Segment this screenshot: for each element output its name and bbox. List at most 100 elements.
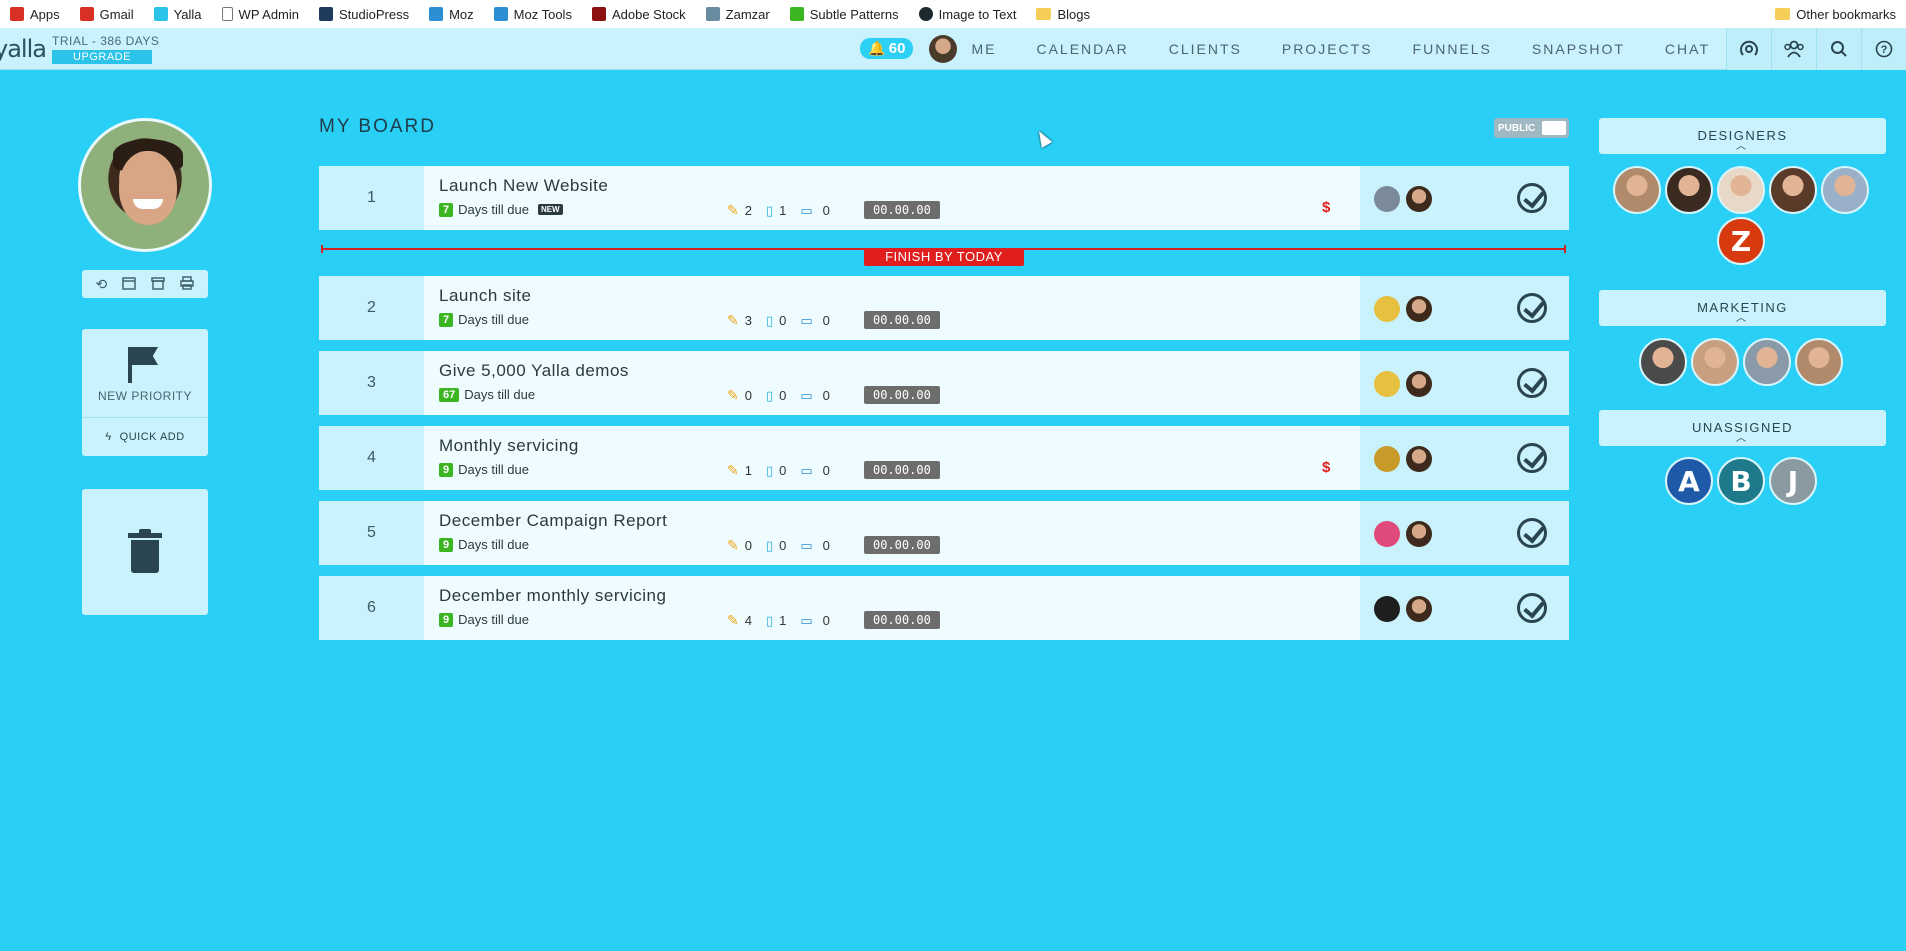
priority-row[interactable]: 1 Launch New Website 7 Days till due NEW ✎ 2 ▯ 1…	[319, 166, 1569, 230]
priority-title[interactable]: December Campaign Report	[439, 511, 667, 531]
complete-check-icon[interactable]	[1517, 368, 1547, 398]
group-designers[interactable]: DESIGNERS ︿	[1599, 118, 1886, 154]
client-avatar[interactable]	[1374, 371, 1400, 397]
priority-body[interactable]: Monthly servicing 9 Days till due ✎ 1 ▯ 0 ▭ 0 00.…	[424, 426, 1360, 490]
priority-title[interactable]: Give 5,000 Yalla demos	[439, 361, 629, 381]
team-member-avatar[interactable]	[1691, 338, 1739, 386]
bookmark-item[interactable]: Moz	[419, 0, 484, 28]
priority-body[interactable]: December monthly servicing 9 Days till due…	[424, 576, 1360, 640]
other-bookmarks[interactable]: Other bookmarks	[1765, 0, 1906, 28]
trash-dropzone[interactable]	[82, 489, 208, 615]
nav-clients[interactable]: CLIENTS	[1149, 41, 1262, 57]
assignee-avatar[interactable]	[1406, 446, 1432, 472]
profile-photo[interactable]	[78, 118, 212, 252]
letter-avatar[interactable]: A	[1665, 457, 1713, 505]
calendar-icon[interactable]	[122, 276, 137, 293]
client-avatar[interactable]	[1374, 296, 1400, 322]
pin-icon[interactable]: ✎	[727, 612, 739, 629]
pin-icon[interactable]: ✎	[727, 462, 739, 479]
bookmark-item[interactable]: WP Admin	[212, 0, 309, 28]
time-tracker[interactable]: 00.00.00	[864, 461, 940, 479]
complete-check-icon[interactable]	[1517, 593, 1547, 623]
nav-snapshot[interactable]: SNAPSHOT	[1512, 41, 1645, 57]
file-icon[interactable]: ▯	[766, 313, 773, 329]
priority-title[interactable]: December monthly servicing	[439, 586, 666, 606]
team-member-avatar[interactable]	[1743, 338, 1791, 386]
time-tracker[interactable]: 00.00.00	[864, 386, 940, 404]
priority-body[interactable]: Launch New Website 7 Days till due NEW ✎ 2 ▯ 1 ▭…	[424, 166, 1360, 230]
archive-icon[interactable]	[151, 276, 166, 293]
priority-title[interactable]: Launch New Website	[439, 176, 608, 196]
team-member-avatar[interactable]	[1639, 338, 1687, 386]
bookmark-item[interactable]: Yalla	[144, 0, 212, 28]
file-icon[interactable]: ▯	[766, 613, 773, 629]
client-avatar[interactable]	[1374, 186, 1400, 212]
priority-row[interactable]: 5 December Campaign Report 9 Days till due ✎…	[319, 501, 1569, 565]
bookmark-item[interactable]: Moz Tools	[484, 0, 582, 28]
billing-alert-icon[interactable]: $	[1322, 459, 1342, 479]
time-tracker[interactable]: 00.00.00	[864, 536, 940, 554]
team-member-avatar[interactable]	[1821, 166, 1869, 214]
time-tracker[interactable]: 00.00.00	[864, 611, 940, 629]
comment-icon[interactable]: ▭	[800, 613, 812, 629]
team-member-avatar[interactable]	[1769, 166, 1817, 214]
upgrade-button[interactable]: UPGRADE	[52, 49, 152, 64]
nav-chat[interactable]: CHAT	[1645, 41, 1726, 57]
priority-title[interactable]: Monthly servicing	[439, 436, 579, 456]
priority-body[interactable]: December Campaign Report 9 Days till due ✎ 0…	[424, 501, 1360, 565]
comment-icon[interactable]: ▭	[800, 463, 812, 479]
assignee-avatar[interactable]	[1406, 371, 1432, 397]
broadcast-icon[interactable]	[1726, 27, 1771, 70]
pin-icon[interactable]: ✎	[727, 537, 739, 554]
assignee-avatar[interactable]	[1406, 521, 1432, 547]
file-icon[interactable]: ▯	[766, 388, 773, 404]
group-unassigned[interactable]: UNASSIGNED ︿	[1599, 410, 1886, 446]
complete-check-icon[interactable]	[1517, 518, 1547, 548]
pin-icon[interactable]: ✎	[727, 387, 739, 404]
comment-icon[interactable]: ▭	[800, 388, 812, 404]
comment-icon[interactable]: ▭	[800, 313, 812, 329]
complete-check-icon[interactable]	[1517, 183, 1547, 213]
pin-icon[interactable]: ✎	[727, 312, 739, 329]
team-member-avatar[interactable]	[1665, 166, 1713, 214]
history-icon[interactable]: ⟲	[96, 276, 108, 293]
user-avatar[interactable]	[929, 34, 958, 63]
assignee-avatar[interactable]	[1406, 296, 1432, 322]
priority-row[interactable]: 6 December monthly servicing 9 Days till du…	[319, 576, 1569, 640]
billing-alert-icon[interactable]: $	[1322, 199, 1342, 219]
quick-add-button[interactable]: ϟ QUICK ADD	[82, 417, 208, 456]
team-member-avatar[interactable]	[1613, 166, 1661, 214]
bookmark-item[interactable]: Image to Text	[909, 0, 1027, 28]
notifications-button[interactable]: 🔔 60	[860, 38, 914, 59]
priority-title[interactable]: Launch site	[439, 286, 531, 306]
bookmark-item[interactable]: Gmail	[70, 0, 144, 28]
priority-body[interactable]: Give 5,000 Yalla demos 67 Days till due ✎ 0 ▯…	[424, 351, 1360, 415]
nav-projects[interactable]: PROJECTS	[1262, 41, 1393, 57]
file-icon[interactable]: ▯	[766, 538, 773, 554]
priority-row[interactable]: 2 Launch site 7 Days till due ✎ 3 ▯ 0 ▭ 0 00.00.00	[319, 276, 1569, 340]
bookmark-item[interactable]: Zamzar	[696, 0, 780, 28]
time-tracker[interactable]: 00.00.00	[864, 201, 940, 219]
complete-check-icon[interactable]	[1517, 443, 1547, 473]
nav-funnels[interactable]: FUNNELS	[1393, 41, 1512, 57]
client-avatar[interactable]	[1374, 596, 1400, 622]
letter-avatar[interactable]: B	[1717, 457, 1765, 505]
yalla-logo[interactable]: yalla	[0, 35, 47, 63]
assignee-avatar[interactable]	[1406, 596, 1432, 622]
public-toggle[interactable]: PUBLIC	[1494, 118, 1569, 138]
letter-avatar[interactable]: J	[1769, 457, 1817, 505]
team-member-avatar[interactable]	[1795, 338, 1843, 386]
bookmark-item[interactable]: Apps	[0, 0, 70, 28]
client-avatar[interactable]	[1374, 521, 1400, 547]
priority-body[interactable]: Launch site 7 Days till due ✎ 3 ▯ 0 ▭ 0 00.00.00	[424, 276, 1360, 340]
bookmark-item[interactable]: Adobe Stock	[582, 0, 696, 28]
bookmark-item[interactable]: Blogs	[1026, 0, 1100, 28]
print-icon[interactable]	[180, 275, 195, 293]
letter-avatar[interactable]: Z	[1717, 217, 1765, 265]
bookmark-item[interactable]: Subtle Patterns	[780, 0, 909, 28]
search-icon[interactable]	[1816, 27, 1861, 70]
group-marketing[interactable]: MARKETING ︿	[1599, 290, 1886, 326]
client-avatar[interactable]	[1374, 446, 1400, 472]
assignee-avatar[interactable]	[1406, 186, 1432, 212]
help-icon[interactable]: ?	[1861, 27, 1906, 70]
